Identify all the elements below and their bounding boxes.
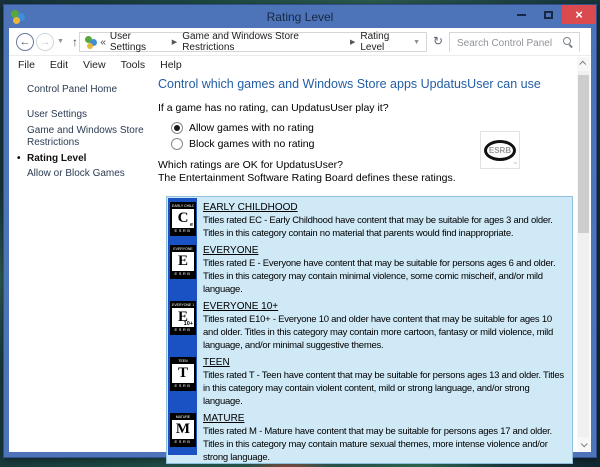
- esrb-trademark: ™: [513, 161, 517, 166]
- rating-row-early-childhood: EARLY CHILDHOOD Ce ESRB EARLY CHILDHOOD …: [170, 202, 567, 240]
- desktop-background: Rating Level × ← → ▼ ↑ « User Settings ▶…: [0, 0, 600, 467]
- address-bar[interactable]: « User Settings ▶ Game and Windows Store…: [79, 32, 427, 52]
- menu-bar: File Edit View Tools Help: [9, 56, 591, 73]
- no-rating-question: If a game has no rating, can UpdatusUser…: [158, 102, 573, 114]
- minimize-button[interactable]: [508, 5, 535, 24]
- close-icon: ×: [575, 7, 583, 22]
- up-button[interactable]: ↑: [72, 35, 78, 49]
- main-panel: Control which games and Windows Store ap…: [152, 74, 577, 452]
- content-area: Control Panel Home User Settings Game an…: [9, 74, 577, 452]
- rating-description-teen: Titles rated T - Teen have content that …: [203, 370, 564, 407]
- menu-edit[interactable]: Edit: [50, 59, 68, 71]
- breadcrumb-overflow-chevron[interactable]: «: [100, 37, 106, 48]
- control-panel-window: Rating Level × ← → ▼ ↑ « User Settings ▶…: [3, 4, 597, 458]
- esrb-logo: ESRB ™: [480, 131, 520, 169]
- sidebar: Control Panel Home User Settings Game an…: [9, 74, 152, 452]
- close-button[interactable]: ×: [562, 5, 596, 24]
- esrb-logo-text: ESRB: [484, 140, 516, 161]
- rating-description-everyone: Titles rated E - Everyone have content t…: [203, 258, 555, 295]
- sidebar-item-allow-or-block-games[interactable]: Allow or Block Games: [27, 168, 145, 181]
- block-no-rating-radio[interactable]: [171, 138, 183, 150]
- menu-help[interactable]: Help: [160, 59, 182, 71]
- menu-tools[interactable]: Tools: [121, 59, 146, 71]
- rating-row-everyone-10: EVERYONE 10+ E10+ ESRB EVERYONE 10+ Titl…: [170, 301, 567, 352]
- esrb-e10-rating-icon: EVERYONE 10+ E10+ ESRB: [170, 301, 196, 335]
- rating-description-mature: Titles rated M - Mature have content tha…: [203, 426, 552, 463]
- rating-description-everyone-10: Titles rated E10+ - Everyone 10 and olde…: [203, 314, 553, 351]
- forward-button[interactable]: →: [36, 33, 54, 51]
- scrollbar-track[interactable]: [578, 71, 589, 437]
- block-no-rating-label[interactable]: Block games with no rating: [189, 138, 314, 150]
- esrb-m-rating-icon: MATURE M ESRB: [170, 413, 196, 447]
- sidebar-item-rating-level[interactable]: Rating Level: [27, 153, 145, 166]
- maximize-button[interactable]: [535, 5, 562, 24]
- vertical-scrollbar[interactable]: [577, 57, 590, 451]
- esrb-t-rating-icon: TEEN T ESRB: [170, 357, 196, 391]
- rating-row-teen: TEEN T ESRB TEEN Titles rated T - Teen h…: [170, 357, 567, 408]
- breadcrumb-separator-icon: ▶: [350, 38, 355, 46]
- rating-title-teen[interactable]: TEEN: [203, 357, 567, 369]
- navigation-bar: ← → ▼ ↑ « User Settings ▶ Game and Windo…: [9, 28, 591, 56]
- ratings-note: The Entertainment Software Rating Board …: [158, 172, 573, 184]
- rating-title-everyone[interactable]: EVERYONE: [203, 245, 567, 257]
- rating-description-early-childhood: Titles rated EC - Early Childhood have c…: [203, 215, 553, 239]
- search-icon[interactable]: [563, 37, 573, 47]
- sidebar-item-game-restrictions[interactable]: Game and Windows Store Restrictions: [27, 125, 145, 150]
- esrb-ec-rating-icon: EARLY CHILDHOOD Ce ESRB: [170, 202, 196, 236]
- address-dropdown-icon[interactable]: ▼: [413, 39, 420, 46]
- minimize-icon: [517, 14, 526, 16]
- search-input[interactable]: [450, 35, 579, 53]
- allow-no-rating-label[interactable]: Allow games with no rating: [189, 122, 314, 134]
- breadcrumb-separator-icon: ▶: [172, 38, 177, 46]
- title-bar[interactable]: Rating Level ×: [4, 5, 596, 28]
- scrollbar-thumb[interactable]: [578, 75, 589, 233]
- search-box[interactable]: [449, 32, 580, 52]
- menu-file[interactable]: File: [18, 59, 35, 71]
- sidebar-item-control-panel-home[interactable]: Control Panel Home: [27, 84, 152, 95]
- esrb-e-rating-icon: EVERYONE E ESRB: [170, 245, 196, 279]
- rating-title-mature[interactable]: MATURE: [203, 413, 567, 425]
- family-safety-breadcrumb-icon: [84, 36, 96, 49]
- rating-title-early-childhood[interactable]: EARLY CHILDHOOD: [203, 202, 567, 214]
- page-title: Control which games and Windows Store ap…: [158, 77, 573, 91]
- back-button[interactable]: ←: [16, 33, 34, 51]
- ratings-list: EARLY CHILDHOOD Ce ESRB EARLY CHILDHOOD …: [166, 196, 573, 464]
- breadcrumb-segment-user-settings[interactable]: User Settings: [110, 31, 167, 53]
- history-dropdown-icon[interactable]: ▼: [57, 38, 64, 45]
- maximize-icon: [544, 11, 553, 19]
- window-client-area: ← → ▼ ↑ « User Settings ▶ Game and Windo…: [9, 28, 591, 452]
- allow-no-rating-radio[interactable]: [171, 122, 183, 134]
- menu-view[interactable]: View: [83, 59, 106, 71]
- scroll-down-icon[interactable]: [577, 438, 590, 451]
- rating-row-mature: MATURE M ESRB MATURE Titles rated M - Ma…: [170, 413, 567, 464]
- breadcrumb-segment-game-restrictions[interactable]: Game and Windows Store Restrictions: [182, 31, 345, 53]
- rating-row-everyone: EVERYONE E ESRB EVERYONE Titles rated E …: [170, 245, 567, 296]
- scroll-up-icon[interactable]: [577, 57, 590, 70]
- sidebar-item-user-settings[interactable]: User Settings: [27, 109, 145, 122]
- breadcrumb-segment-rating-level[interactable]: Rating Level: [360, 31, 413, 53]
- rating-title-everyone-10[interactable]: EVERYONE 10+: [203, 301, 567, 313]
- refresh-icon[interactable]: ↻: [433, 34, 443, 48]
